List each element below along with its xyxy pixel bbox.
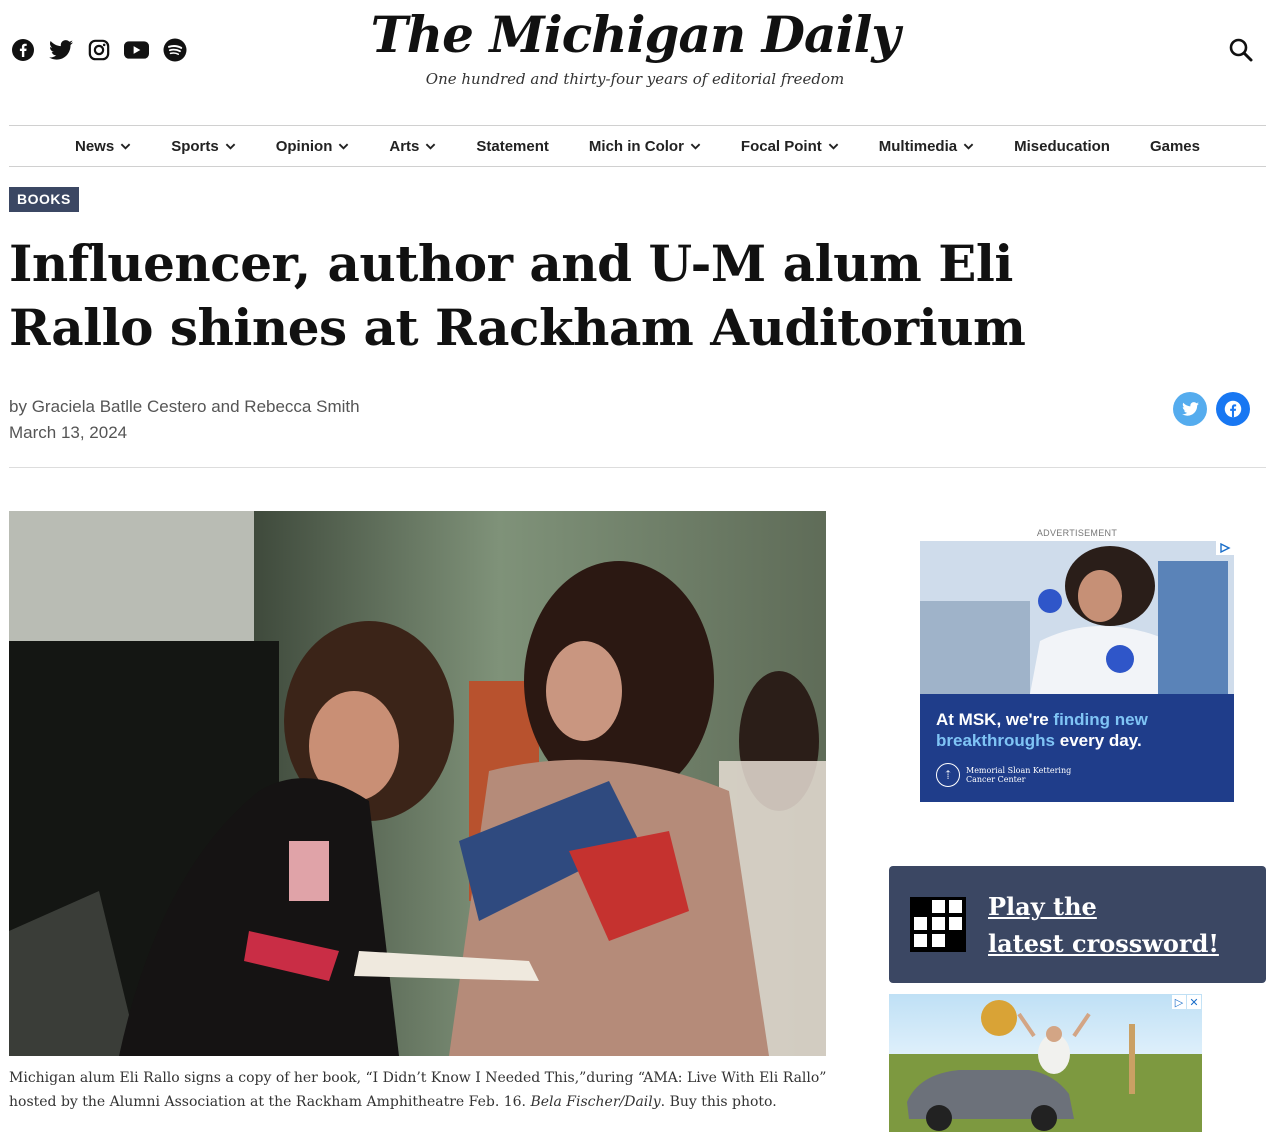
byline: by Graciela Batlle Cestero and Rebecca S… [9, 394, 360, 446]
chevron-down-icon [339, 143, 349, 150]
chevron-down-icon [120, 143, 131, 150]
publish-date: March 13, 2024 [9, 423, 128, 442]
ad-text-a: At MSK, we're [936, 710, 1054, 729]
crossword-line1: Play the [988, 892, 1097, 921]
nav-label: Mich in Color [588, 137, 684, 155]
adchoices-icon[interactable] [1216, 541, 1234, 555]
byline-prefix: by [9, 397, 32, 416]
chevron-down-icon [963, 143, 974, 150]
buy-photo-link[interactable]: . Buy this photo. [661, 1094, 777, 1110]
msk-logo-icon: ⇡ [936, 763, 960, 787]
nav-label: Multimedia [878, 137, 958, 155]
nav-label: Sports [171, 137, 219, 155]
byline-authors[interactable]: Graciela Batlle Cestero and Rebecca Smit… [32, 397, 360, 416]
adchoices-icon[interactable]: ▷ [1172, 995, 1186, 1009]
car-ad[interactable]: ▷ ✕ [889, 994, 1202, 1132]
msk-logo: ⇡ Memorial Sloan Kettering Cancer Center [936, 763, 1071, 787]
article-headline: Influencer, author and U-M alum Eli Rall… [9, 234, 1026, 357]
chevron-down-icon [690, 143, 701, 150]
nav-item-mich-in-color[interactable]: Mich in Color [569, 138, 721, 155]
nav-item-focal-point[interactable]: Focal Point [721, 138, 859, 155]
nav-item-news[interactable]: News [55, 138, 151, 155]
divider [9, 467, 1266, 468]
ad-text-b: every day. [1055, 731, 1142, 750]
share-facebook-button[interactable] [1216, 392, 1250, 426]
crossword-grid-icon [910, 897, 966, 952]
main-nav: News Sports Opinion Arts Statement Mich … [9, 125, 1266, 167]
photo-caption: Michigan alum Eli Rallo signs a copy of … [9, 1066, 839, 1114]
close-icon[interactable]: ✕ [1187, 995, 1201, 1009]
ad-headline: At MSK, we're finding new breakthroughs … [936, 709, 1196, 751]
masthead: The Michigan Daily One hundred and thirt… [0, 4, 1270, 88]
nav-item-opinion[interactable]: Opinion [256, 138, 370, 155]
nav-label: Focal Point [740, 137, 822, 155]
chevron-down-icon [828, 143, 839, 150]
nav-label: Miseducation [1014, 137, 1110, 155]
search-icon[interactable] [1228, 37, 1254, 63]
ad-controls: ▷ ✕ [1172, 995, 1201, 1009]
category-badge[interactable]: BOOKS [9, 187, 79, 212]
crossword-link[interactable]: Play the latest crossword! [988, 888, 1219, 962]
crossword-line2: latest crossword! [988, 929, 1219, 958]
site-logo[interactable]: The Michigan Daily [0, 4, 1270, 66]
share-twitter-button[interactable] [1173, 392, 1207, 426]
nav-item-statement[interactable]: Statement [456, 138, 569, 155]
photo-credit: Bela Fischer/Daily [530, 1094, 661, 1110]
chevron-down-icon [225, 143, 235, 150]
nav-item-arts[interactable]: Arts [369, 138, 456, 155]
nav-item-miseducation[interactable]: Miseducation [994, 138, 1130, 155]
advertisement-label: ADVERTISEMENT [1036, 528, 1118, 538]
site-header: The Michigan Daily One hundred and thirt… [0, 0, 1270, 110]
msk-logo-line1: Memorial Sloan Kettering [966, 766, 1072, 775]
nav-item-sports[interactable]: Sports [151, 138, 256, 155]
nav-label: News [75, 137, 115, 155]
share-buttons [1173, 392, 1250, 426]
nav-label: Games [1149, 137, 1200, 155]
nav-label: Statement [476, 137, 549, 155]
facebook-icon [1224, 400, 1242, 418]
nav-item-games[interactable]: Games [1130, 138, 1220, 155]
msk-ad[interactable]: At MSK, we're finding new breakthroughs … [920, 541, 1234, 802]
article-photo[interactable] [9, 511, 826, 1056]
nav-label: Arts [389, 137, 420, 155]
crossword-promo[interactable]: Play the latest crossword! [889, 866, 1266, 983]
site-tagline: One hundred and thirty-four years of edi… [425, 70, 845, 88]
chevron-down-icon [426, 143, 436, 150]
msk-logo-line2: Cancer Center [966, 775, 1026, 784]
nav-label: Opinion [275, 137, 333, 155]
nav-item-multimedia[interactable]: Multimedia [859, 138, 994, 155]
twitter-icon [1181, 402, 1199, 416]
ad-image [920, 541, 1234, 694]
